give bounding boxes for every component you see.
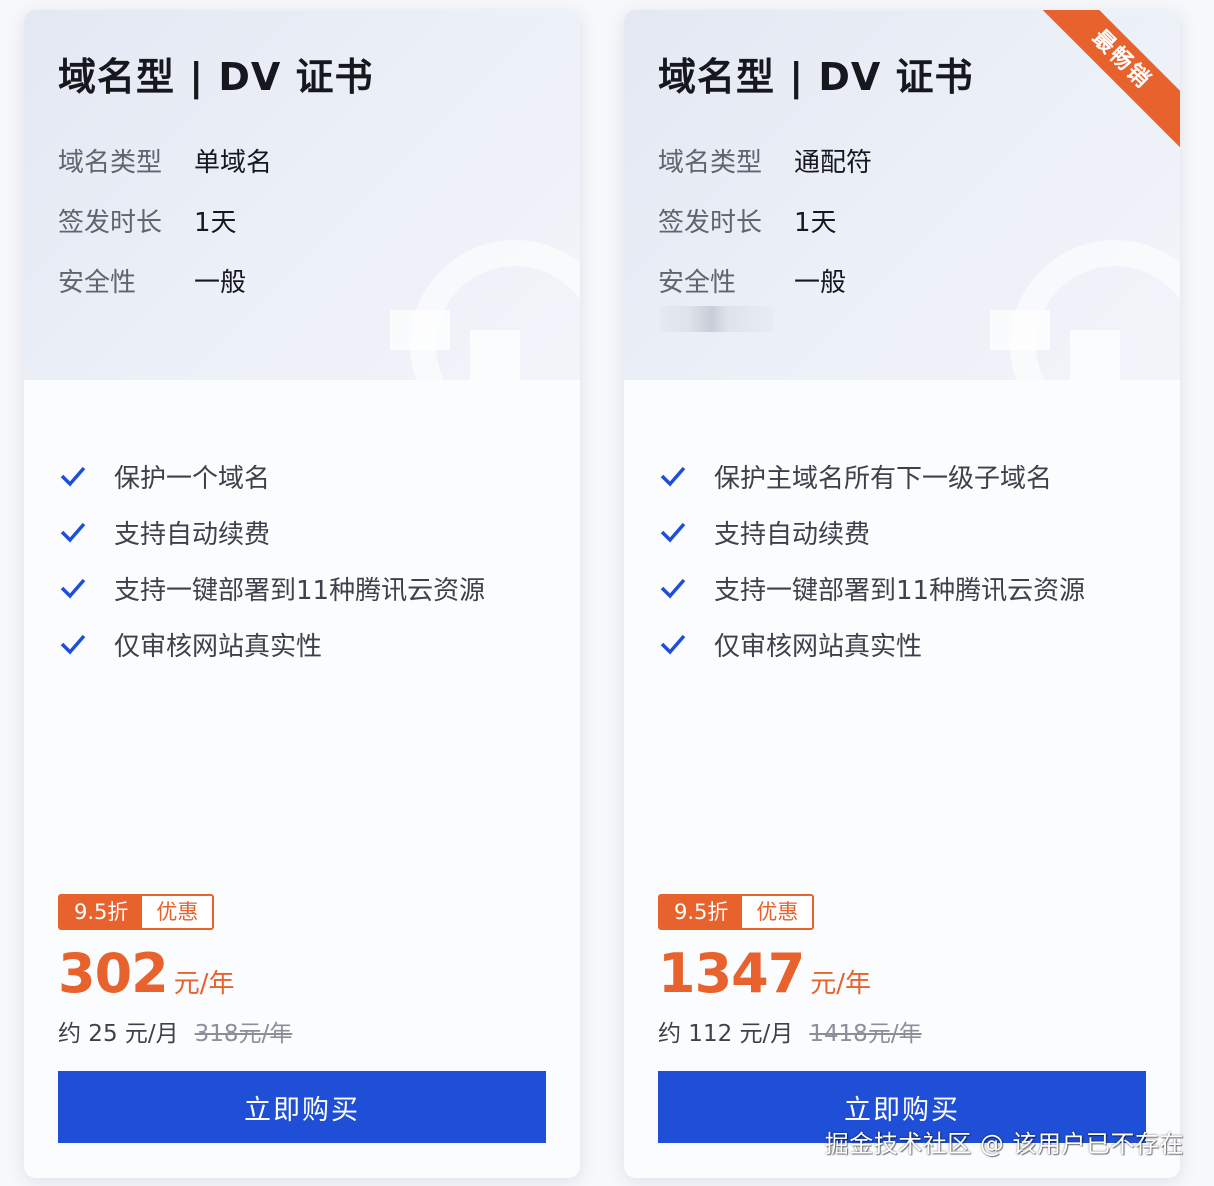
spec-key: 域名类型 [58, 148, 163, 178]
spec-issue-duration: 签发时长 1天 [58, 202, 237, 239]
price-details: 约 112 元/月 1418元/年 [658, 1014, 922, 1048]
monthly-price: 约 112 元/月 [658, 1021, 794, 1047]
feature-item: 支持一键部署到11种腾讯云资源 [658, 560, 1085, 616]
spec-key: 签发时长 [658, 208, 763, 238]
spec-value: 1天 [194, 208, 237, 238]
price: 1347 元/年 [658, 942, 871, 1005]
feature-list: 保护一个域名 支持自动续费 支持一键部署到11种腾讯云资源 仅审核网站真实性 [58, 448, 485, 672]
watermark: 掘金技术社区 @ 该用户已不存在 [824, 1130, 1184, 1158]
promo-label: 优惠 [742, 896, 813, 928]
feature-item: 仅审核网站真实性 [58, 616, 485, 672]
feature-text: 仅审核网站真实性 [114, 631, 323, 662]
spec-security: 安全性 一般 [658, 262, 846, 299]
price-value: 302 [58, 942, 169, 1005]
feature-item: 支持自动续费 [58, 504, 485, 560]
buy-now-button[interactable]: 立即购买 [58, 1071, 546, 1143]
feature-item: 支持一键部署到11种腾讯云资源 [58, 560, 485, 616]
check-icon [58, 517, 88, 547]
check-icon [658, 573, 688, 603]
product-card-wildcard: 最畅销 域名型 | DV 证书 域名类型 通配符 签发时长 1天 安全性 一般 保护主… [624, 10, 1180, 1178]
feature-text: 保护主域名所有下一级子域名 [714, 463, 1053, 494]
price: 302 元/年 [58, 942, 235, 1005]
feature-text: 支持自动续费 [714, 519, 871, 550]
price-value: 1347 [658, 942, 805, 1005]
original-price: 318元/年 [194, 1021, 293, 1047]
discount-label: 9.5折 [60, 896, 143, 928]
discount-label: 9.5折 [660, 896, 743, 928]
card-title: 域名型 | DV 证书 [658, 55, 974, 99]
spec-security: 安全性 一般 [58, 262, 246, 299]
blurred-placeholder [660, 306, 774, 332]
check-icon [658, 629, 688, 659]
check-icon [658, 461, 688, 491]
feature-text: 支持一键部署到11种腾讯云资源 [714, 575, 1086, 606]
price-unit: 元/年 [810, 969, 872, 999]
check-icon [658, 517, 688, 547]
feature-item: 保护主域名所有下一级子域名 [658, 448, 1085, 504]
promo-label: 优惠 [142, 896, 213, 928]
spec-key: 安全性 [658, 268, 737, 298]
discount-badge: 9.5折 优惠 [658, 894, 815, 930]
feature-item: 保护一个域名 [58, 448, 485, 504]
ribbon-label: 最畅销 [1032, 10, 1180, 149]
feature-text: 支持自动续费 [114, 519, 271, 550]
check-icon [58, 573, 88, 603]
feature-list: 保护主域名所有下一级子域名 支持自动续费 支持一键部署到11种腾讯云资源 仅审核… [658, 448, 1085, 672]
spec-value: 通配符 [794, 148, 873, 178]
spec-value: 1天 [794, 208, 837, 238]
discount-badge: 9.5折 优惠 [58, 894, 215, 930]
decorative-graphic [350, 210, 580, 380]
spec-domain-type: 域名类型 通配符 [658, 142, 872, 179]
feature-text: 仅审核网站真实性 [714, 631, 923, 662]
original-price: 1418元/年 [809, 1021, 922, 1047]
feature-item: 支持自动续费 [658, 504, 1085, 560]
feature-text: 保护一个域名 [114, 463, 271, 494]
spec-domain-type: 域名类型 单域名 [58, 142, 272, 179]
spec-value: 一般 [794, 268, 847, 298]
spec-issue-duration: 签发时长 1天 [658, 202, 837, 239]
decorative-graphic [950, 210, 1180, 380]
check-icon [58, 461, 88, 491]
feature-text: 支持一键部署到11种腾讯云资源 [114, 575, 486, 606]
price-details: 约 25 元/月 318元/年 [58, 1014, 292, 1048]
card-title: 域名型 | DV 证书 [58, 55, 374, 99]
spec-key: 安全性 [58, 268, 137, 298]
spec-key: 域名类型 [658, 148, 763, 178]
check-icon [58, 629, 88, 659]
feature-item: 仅审核网站真实性 [658, 616, 1085, 672]
bestseller-ribbon: 最畅销 [1030, 10, 1180, 160]
spec-value: 单域名 [194, 148, 273, 178]
price-unit: 元/年 [173, 969, 235, 999]
product-card-single-domain: 域名型 | DV 证书 域名类型 单域名 签发时长 1天 安全性 一般 保护一个域名 … [24, 10, 580, 1178]
monthly-price: 约 25 元/月 [58, 1021, 179, 1047]
spec-key: 签发时长 [58, 208, 163, 238]
spec-value: 一般 [194, 268, 247, 298]
